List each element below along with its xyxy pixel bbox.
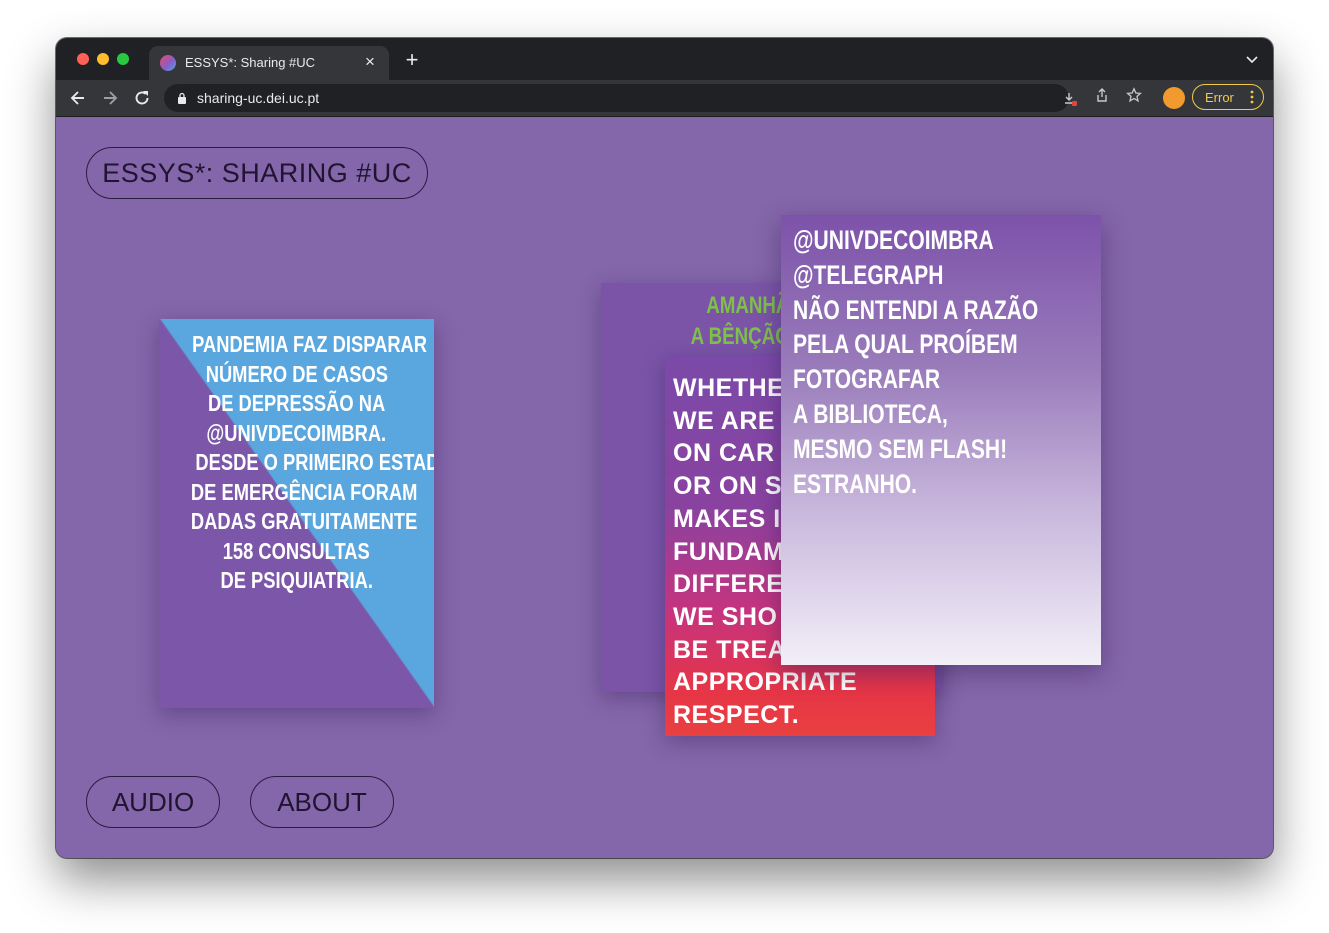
post-card-line-text: @TELEGRAPH: [793, 259, 944, 290]
error-button[interactable]: Error: [1192, 84, 1264, 110]
post-card-line-text: MAKES I: [673, 504, 781, 533]
tab-title: ESSYS*: Sharing #UC: [185, 55, 316, 70]
post-card-line: A BIBLIOTECA,: [793, 397, 1101, 432]
post-card-line-text: ON CAR: [673, 439, 775, 468]
profile-avatar[interactable]: [1163, 87, 1185, 109]
post-card-line: FOTOGRAFAR: [793, 362, 1101, 397]
site-title-button[interactable]: ESSYS*: SHARING #UC: [86, 147, 428, 199]
post-card-line: DADAS GRATUITAMENTE: [159, 507, 434, 537]
post-card-line: PELA QUAL PROÍBEM: [793, 327, 1101, 362]
browser-window: ESSYS*: Sharing #UC × + sharing-uc.dei.u…: [56, 38, 1273, 858]
post-card-line: DE PSIQUIATRIA.: [159, 566, 434, 596]
post-card-text: PANDEMIA FAZ DISPARAR NÚMERO DE CASOS DE D…: [159, 330, 434, 596]
post-card-line-text: @UNIVDECOIMBRA.: [206, 419, 387, 446]
post-card-line-text: BE TREA: [673, 635, 787, 664]
error-label: Error: [1205, 90, 1234, 105]
post-card-line-text: @UNIVDECOIMBRA: [793, 225, 994, 255]
post-card-line-text: WHETHE: [673, 374, 785, 402]
about-button[interactable]: ABOUT: [250, 776, 394, 828]
tab-list-icon[interactable]: [1245, 52, 1259, 66]
post-card-line: DE DEPRESSÃO NA: [159, 389, 434, 419]
bookmark-star-icon[interactable]: [1126, 87, 1142, 103]
new-tab-icon[interactable]: +: [400, 48, 424, 72]
post-card-line-text: APPROPRIATE: [673, 668, 858, 697]
post-card-text: @UNIVDECOIMBRA @TELEGRAPH NÃO ENTENDI A RA…: [793, 223, 1101, 501]
post-card-line: RESPECT.: [673, 699, 857, 732]
post-card-line: @TELEGRAPH: [793, 258, 1101, 293]
post-card-line-text: WE ARE: [673, 406, 776, 435]
post-card-line-text: NÚMERO DE CASOS: [205, 360, 388, 387]
post-card-line-text: RESPECT.: [673, 701, 800, 730]
post-card-line-text: A BIBLIOTECA,: [793, 398, 948, 429]
page-content: ESSYS*: SHARING #UC PANDEMIA FAZ DISPARA…: [56, 117, 1273, 858]
post-card-line: DE EMERGÊNCIA FORAM: [159, 478, 434, 508]
post-card-line: NÚMERO DE CASOS: [159, 360, 434, 390]
post-card-line-text: DESDE O PRIMEIRO ESTADO: [195, 449, 434, 475]
post-card-line: ESTRANHO.: [793, 467, 1101, 502]
post-card-line: @UNIVDECOIMBRA: [793, 223, 1101, 258]
post-card-line-text: NÃO ENTENDI A RAZÃO: [793, 294, 1039, 325]
post-card-line: PANDEMIA FAZ DISPARAR: [159, 330, 434, 360]
forward-icon[interactable]: [100, 88, 120, 108]
tab-strip: ESSYS*: Sharing #UC × +: [56, 38, 1273, 80]
download-blocked-icon[interactable]: [1062, 91, 1078, 107]
back-icon[interactable]: [68, 88, 88, 108]
post-card-line-text: 158 CONSULTAS: [222, 537, 371, 564]
active-tab[interactable]: ESSYS*: Sharing #UC ×: [149, 46, 389, 80]
post-card-depression[interactable]: PANDEMIA FAZ DISPARAR NÚMERO DE CASOS DE D…: [159, 319, 434, 708]
url-text: sharing-uc.dei.uc.pt: [197, 90, 320, 106]
post-card-line-text: FUNDAM: [673, 537, 785, 566]
post-card-line: APPROPRIATE: [673, 666, 857, 699]
close-tab-icon[interactable]: ×: [360, 52, 380, 72]
post-card-line-text: MESMO SEM FLASH!: [793, 433, 1008, 464]
post-card-line-text: DE EMERGÊNCIA FORAM: [190, 478, 418, 505]
zoom-window-button[interactable]: [117, 53, 129, 65]
post-card-line-text: DIFFERE: [673, 570, 784, 599]
post-card-line-text: DE DEPRESSÃO NA: [207, 390, 386, 416]
post-card-line: DESDE O PRIMEIRO ESTADO: [159, 448, 434, 478]
post-card-line: MESMO SEM FLASH!: [793, 432, 1101, 467]
site-favicon-icon: [160, 55, 176, 71]
post-card-line-text: ESTRANHO.: [793, 468, 918, 499]
browser-toolbar: sharing-uc.dei.uc.pt Error: [56, 80, 1273, 117]
post-card-line-text: PELA QUAL PROÍBEM: [793, 329, 1018, 360]
post-card-line: 158 CONSULTAS: [159, 537, 434, 567]
audio-button[interactable]: AUDIO: [86, 776, 220, 828]
post-card-line: @UNIVDECOIMBRA.: [159, 419, 434, 449]
minimize-window-button[interactable]: [97, 53, 109, 65]
post-card-line-text: DE PSIQUIATRIA.: [220, 567, 373, 593]
close-window-button[interactable]: [77, 53, 89, 65]
post-card-line-text: FOTOGRAFAR: [793, 364, 941, 395]
share-icon[interactable]: [1094, 87, 1110, 103]
post-card-line-text: DADAS GRATUITAMENTE: [190, 508, 418, 534]
post-card-line-text: PANDEMIA FAZ DISPARAR: [192, 331, 428, 357]
address-bar[interactable]: sharing-uc.dei.uc.pt: [164, 84, 1077, 112]
post-card-line-text: OR ON S: [673, 472, 783, 501]
kebab-menu-icon: [1250, 90, 1254, 104]
post-card-line: NÃO ENTENDI A RAZÃO: [793, 293, 1101, 328]
lock-icon: [178, 92, 186, 104]
reload-icon[interactable]: [132, 88, 152, 108]
post-card-line-text: WE SHO: [673, 602, 778, 631]
post-card-library[interactable]: @UNIVDECOIMBRA @TELEGRAPH NÃO ENTENDI A RA…: [781, 215, 1101, 665]
